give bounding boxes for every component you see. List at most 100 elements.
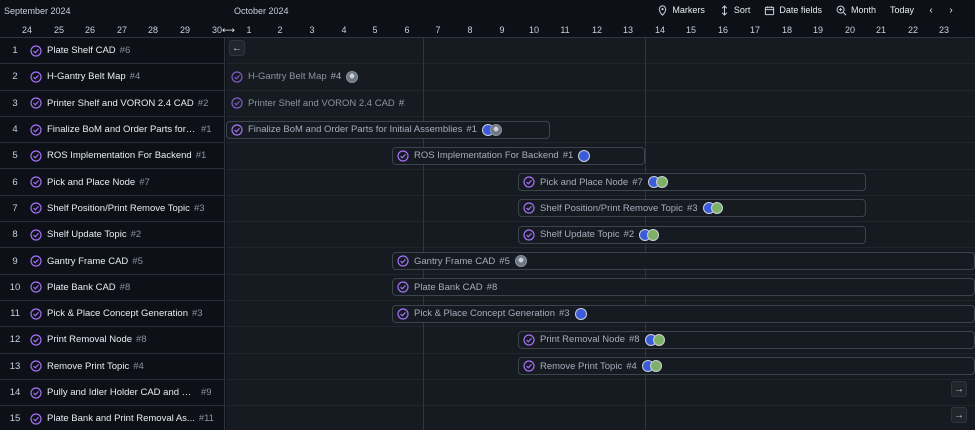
task-title[interactable]: Finalize BoM and Order Parts for I... — [47, 124, 197, 135]
task-row[interactable]: 11 Pick & Place Concept Generation #3 — [0, 301, 225, 328]
day-label: 14 — [654, 25, 665, 35]
assignee-avatar[interactable] — [514, 255, 527, 268]
assignee-avatar[interactable] — [655, 176, 668, 189]
timeline-bar[interactable]: Finalize BoM and Order Parts for Initial… — [226, 120, 550, 139]
bar-label: Finalize BoM and Order Parts for Initial… — [248, 124, 463, 136]
arrow-right-icon[interactable]: → — [951, 381, 967, 397]
row-number: 10 — [9, 281, 21, 293]
day-label: 6 — [404, 25, 410, 35]
today-label: Today — [889, 5, 914, 15]
zoom-in-icon — [836, 5, 847, 15]
day-label: 28 — [147, 25, 158, 35]
timeline-bar[interactable]: H-Gantry Belt Map #4 — [226, 68, 361, 86]
row-number: 15 — [9, 413, 21, 425]
timeline-bar[interactable]: Plate Bank CAD #8 — [392, 278, 975, 297]
task-row[interactable]: 1 Plate Shelf CAD #6 — [0, 38, 225, 65]
today-button[interactable]: Today — [887, 5, 917, 15]
markers-button[interactable]: Markers — [654, 4, 708, 16]
assignee-avatar[interactable] — [346, 70, 359, 83]
assignee-avatar[interactable] — [710, 202, 723, 215]
row-number: 5 — [12, 150, 18, 162]
task-row[interactable]: 6 Pick and Place Node #7 — [0, 170, 225, 196]
row-gridline — [226, 168, 975, 170]
row-gridline — [226, 115, 975, 117]
task-row[interactable]: 3 Printer Shelf and VORON 2.4 CAD #2 — [0, 91, 225, 117]
task-title[interactable]: Pully and Idler Holder CAD and Pl... — [47, 387, 197, 398]
check-circle-icon — [30, 308, 42, 320]
task-title[interactable]: Remove Print Topic — [47, 361, 129, 372]
task-row[interactable]: 10 Plate Bank CAD #8 — [0, 275, 225, 301]
day-label: 23 — [938, 25, 949, 35]
chevron-right-icon[interactable]: › — [945, 5, 957, 16]
task-row[interactable]: 12 Print Removal Node #8 — [0, 327, 225, 354]
task-row[interactable]: 13 Remove Print Topic #4 — [0, 354, 225, 380]
task-title[interactable]: Print Removal Node — [47, 334, 132, 345]
assignee-avatar[interactable] — [578, 149, 591, 162]
bar-id: #3 — [686, 202, 698, 214]
task-row[interactable]: 4 Finalize BoM and Order Parts for I... #1 — [0, 117, 225, 144]
zoom-month-button[interactable]: Month — [833, 5, 879, 16]
assignee-avatar[interactable] — [489, 123, 502, 136]
timeline-bar[interactable]: Pick and Place Node #7 — [518, 173, 866, 192]
task-id: #6 — [119, 45, 131, 57]
arrow-left-icon[interactable]: ← — [229, 40, 245, 56]
day-label: 20 — [844, 25, 855, 35]
check-circle-icon — [397, 150, 409, 162]
check-circle-icon — [231, 97, 243, 109]
task-title[interactable]: Plate Bank and Print Removal As... — [47, 413, 195, 424]
timeline-bar[interactable]: ROS Implementation For Backend #1 — [392, 146, 645, 165]
day-label: 29 — [179, 25, 190, 35]
task-row[interactable]: 7 Shelf Position/Print Remove Topic #3 — [0, 196, 225, 223]
check-circle-icon — [397, 255, 409, 267]
timeline-bar[interactable]: Remove Print Topic #4 — [518, 357, 975, 376]
day-label: 3 — [309, 25, 315, 35]
timeline-bar[interactable]: Shelf Position/Print Remove Topic #3 — [518, 199, 866, 218]
task-title[interactable]: Pick and Place Node — [47, 177, 135, 188]
task-title[interactable]: Plate Bank CAD — [47, 282, 116, 293]
timeline-bar[interactable]: Pick & Place Concept Generation #3 — [392, 304, 975, 323]
task-title[interactable]: Shelf Update Topic — [47, 229, 127, 240]
task-row[interactable]: 15 Plate Bank and Print Removal As... #11 — [0, 406, 225, 430]
assignee-avatar[interactable] — [574, 307, 587, 320]
bar-id: #5 — [499, 255, 510, 267]
task-title[interactable]: ROS Implementation For Backend — [47, 150, 192, 161]
task-row[interactable]: 8 Shelf Update Topic #2 — [0, 222, 225, 249]
task-title[interactable]: H-Gantry Belt Map — [47, 71, 126, 82]
timeline-bar[interactable]: Print Removal Node #8 — [518, 330, 975, 349]
check-circle-icon — [30, 176, 42, 188]
task-row[interactable]: 5 ROS Implementation For Backend #1 — [0, 143, 225, 170]
day-label: 13 — [622, 25, 633, 35]
timeline-bar[interactable]: Gantry Frame CAD #5 — [392, 252, 975, 271]
assignee-avatar[interactable] — [652, 333, 665, 346]
assignee-avatar[interactable] — [649, 360, 662, 373]
chevron-left-icon[interactable]: ‹ — [925, 5, 937, 16]
bar-label: ROS Implementation For Backend — [414, 150, 559, 162]
day-label: 18 — [781, 25, 792, 35]
row-number: 14 — [9, 387, 21, 399]
arrow-right-icon[interactable]: → — [951, 407, 967, 423]
bar-id: #2 — [398, 97, 405, 109]
task-row[interactable]: 14 Pully and Idler Holder CAD and Pl... #9 — [0, 380, 225, 407]
task-row[interactable]: 2 H-Gantry Belt Map #4 — [0, 64, 225, 91]
task-row[interactable]: 9 Gantry Frame CAD #5 — [0, 248, 225, 275]
check-circle-icon — [523, 229, 535, 241]
task-title[interactable]: Shelf Position/Print Remove Topic — [47, 203, 190, 214]
task-title[interactable]: Plate Shelf CAD — [47, 45, 116, 56]
row-number: 7 — [12, 202, 18, 214]
task-title[interactable]: Printer Shelf and VORON 2.4 CAD — [47, 98, 194, 109]
task-title[interactable]: Gantry Frame CAD — [47, 256, 128, 267]
row-number: 3 — [12, 97, 18, 109]
task-title[interactable]: Pick & Place Concept Generation — [47, 308, 188, 319]
day-label: 17 — [749, 25, 760, 35]
timeline-bar[interactable]: Shelf Update Topic #2 — [518, 225, 866, 244]
today-marker-icon[interactable]: ⟷ — [222, 25, 235, 36]
month-label-october: October 2024 — [234, 6, 289, 16]
sort-button[interactable]: Sort — [716, 4, 754, 16]
bar-label: Print Removal Node — [540, 334, 626, 346]
check-circle-icon — [30, 45, 42, 57]
timeline-bar[interactable]: Printer Shelf and VORON 2.4 CAD#2 — [226, 94, 406, 112]
day-label: 19 — [812, 25, 823, 35]
assignee-avatar[interactable] — [647, 228, 660, 241]
date-fields-button[interactable]: Date fields — [761, 5, 825, 16]
task-id: #4 — [133, 360, 144, 372]
